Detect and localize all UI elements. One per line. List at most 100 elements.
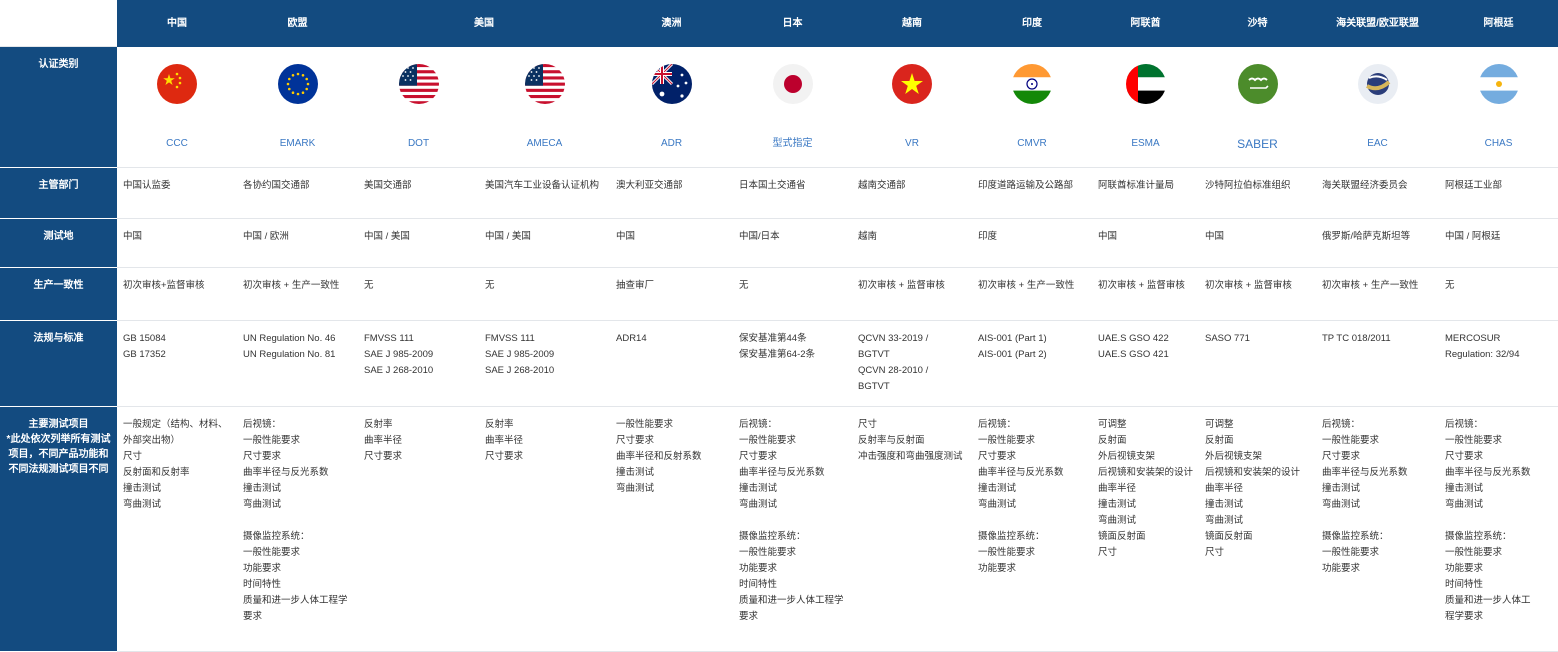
standards-cell: QCVN 33-2019 / BGTVT QCVN 28-2010 / BGTV…	[852, 321, 972, 407]
cert-code-link[interactable]: AMECA	[479, 121, 610, 168]
test-site-cell: 中国 / 美国	[479, 219, 610, 268]
flag-cell	[479, 47, 610, 121]
japan-flag	[772, 64, 813, 104]
tests-cell: 后视镜： 一般性能要求 尺寸要求 曲率半径与反光系数 撞击测试 弯曲测试 摄像监…	[237, 407, 358, 652]
conformity-cell: 初次审核 + 监督审核	[1199, 268, 1316, 321]
test-site-cell: 中国	[1092, 219, 1199, 268]
country-header: 越南	[852, 0, 972, 47]
test-site-cell: 中国	[1199, 219, 1316, 268]
authority-cell: 阿根廷工业部	[1439, 168, 1558, 219]
usa-flag	[398, 64, 439, 104]
test-site-cell: 中国 / 阿根廷	[1439, 219, 1558, 268]
cert-code-link[interactable]: EAC	[1316, 121, 1439, 168]
cert-code-link[interactable]: ADR	[610, 121, 733, 168]
row-label-test-site: 测试地	[0, 219, 117, 268]
flag-cell	[358, 47, 479, 121]
authority-cell: 中国认监委	[117, 168, 237, 219]
cert-code-link[interactable]: CCC	[117, 121, 237, 168]
test-site-cell: 中国	[117, 219, 237, 268]
tests-cell: 可调整 反射面 外后视镜支架 后视镜和安装架的设计 曲率半径 撞击测试 弯曲测试…	[1092, 407, 1199, 652]
standards-cell: 保安基准第44条 保安基准第64-2条	[733, 321, 852, 407]
row-label-authority: 主管部门	[0, 168, 117, 219]
cert-code-link[interactable]: CMVR	[972, 121, 1092, 168]
tests-cell: 尺寸 反射率与反射面 冲击强度和弯曲强度测试	[852, 407, 972, 652]
cert-code-link[interactable]: SABER	[1199, 121, 1316, 168]
test-site-cell: 中国/日本	[733, 219, 852, 268]
flag-cell	[237, 47, 358, 121]
flag-cell	[1439, 47, 1558, 121]
conformity-cell: 初次审核+监督审核	[117, 268, 237, 321]
test-site-cell: 印度	[972, 219, 1092, 268]
row-label-conformity: 生产一致性	[0, 268, 117, 321]
flag-cell	[1092, 47, 1199, 121]
standards-cell: MERCOSUR Regulation: 32/94	[1439, 321, 1558, 407]
country-header: 中国	[117, 0, 237, 47]
cert-code-link[interactable]: DOT	[358, 121, 479, 168]
conformity-cell: 无	[479, 268, 610, 321]
tests-cell: 后视镜： 一般性能要求 尺寸要求 曲率半径与反光系数 撞击测试 弯曲测试 摄像监…	[1316, 407, 1439, 652]
argentina-flag	[1478, 64, 1519, 104]
country-header: 阿联酋	[1092, 0, 1199, 47]
authority-cell: 印度道路运输及公路部	[972, 168, 1092, 219]
cert-code-link[interactable]: VR	[852, 121, 972, 168]
country-header: 沙特	[1199, 0, 1316, 47]
flag-cell	[1199, 47, 1316, 121]
conformity-cell: 抽查审厂	[610, 268, 733, 321]
standards-cell: UAE.S GSO 422 UAE.S GSO 421	[1092, 321, 1199, 407]
country-header: 欧盟	[237, 0, 358, 47]
cert-code-link[interactable]: CHAS	[1439, 121, 1558, 168]
row-label-category: 认证类别	[0, 47, 117, 168]
test-site-cell: 越南	[852, 219, 972, 268]
tests-cell: 后视镜： 一般性能要求 尺寸要求 曲率半径与反光系数 撞击测试 弯曲测试 摄像监…	[1439, 407, 1558, 652]
conformity-cell: 无	[1439, 268, 1558, 321]
conformity-cell: 初次审核 + 生产一致性	[972, 268, 1092, 321]
standards-cell: ADR14	[610, 321, 733, 407]
test-site-cell: 中国 / 美国	[358, 219, 479, 268]
conformity-cell: 无	[358, 268, 479, 321]
conformity-cell: 初次审核 + 生产一致性	[237, 268, 358, 321]
australia-flag	[651, 64, 692, 104]
flag-cell	[733, 47, 852, 121]
tests-cell: 反射率 曲率半径 尺寸要求	[479, 407, 610, 652]
conformity-cell: 初次审核 + 生产一致性	[1316, 268, 1439, 321]
flag-cell	[972, 47, 1092, 121]
conformity-cell: 初次审核 + 监督审核	[852, 268, 972, 321]
standards-cell: FMVSS 111 SAE J 985-2009 SAE J 268-2010	[358, 321, 479, 407]
certification-table: 认证类别 主管部门 测试地 生产一致性 法规与标准 主要测试项目 *此处依次列举…	[0, 0, 1558, 652]
conformity-cell: 初次审核 + 监督审核	[1092, 268, 1199, 321]
authority-cell: 日本国土交通省	[733, 168, 852, 219]
uae-flag	[1125, 64, 1166, 104]
flag-cell	[852, 47, 972, 121]
cert-code-link[interactable]: EMARK	[237, 121, 358, 168]
test-site-cell: 俄罗斯/哈萨克斯坦等	[1316, 219, 1439, 268]
country-header: 美国	[358, 0, 610, 47]
authority-cell: 沙特阿拉伯标准组织	[1199, 168, 1316, 219]
cert-code-link[interactable]: ESMA	[1092, 121, 1199, 168]
eac-flag	[1357, 64, 1398, 104]
standards-cell: GB 15084 GB 17352	[117, 321, 237, 407]
authority-cell: 美国汽车工业设备认证机构	[479, 168, 610, 219]
standards-cell: FMVSS 111 SAE J 985-2009 SAE J 268-2010	[479, 321, 610, 407]
tests-cell: 后视镜： 一般性能要求 尺寸要求 曲率半径与反光系数 撞击测试 弯曲测试 摄像监…	[972, 407, 1092, 652]
tests-cell: 可调整 反射面 外后视镜支架 后视镜和安装架的设计 曲率半径 撞击测试 弯曲测试…	[1199, 407, 1316, 652]
india-flag	[1012, 64, 1052, 104]
conformity-cell: 无	[733, 268, 852, 321]
country-header: 印度	[972, 0, 1092, 47]
test-site-cell: 中国 / 欧洲	[237, 219, 358, 268]
flag-cell	[610, 47, 733, 121]
flag-cell	[117, 47, 237, 121]
standards-cell: SASO 771	[1199, 321, 1316, 407]
authority-cell: 越南交通部	[852, 168, 972, 219]
standards-cell: UN Regulation No. 46 UN Regulation No. 8…	[237, 321, 358, 407]
test-site-cell: 中国	[610, 219, 733, 268]
row-label-standards: 法规与标准	[0, 321, 117, 407]
cert-code-link[interactable]: 型式指定	[733, 121, 852, 168]
tests-cell: 反射率 曲率半径 尺寸要求	[358, 407, 479, 652]
tests-cell: 一般性能要求 尺寸要求 曲率半径和反射系数 撞击测试 弯曲测试	[610, 407, 733, 652]
standards-cell: AIS-001 (Part 1) AIS-001 (Part 2)	[972, 321, 1092, 407]
authority-cell: 阿联酋标准计量局	[1092, 168, 1199, 219]
country-header: 澳洲	[610, 0, 733, 47]
row-label-tests: 主要测试项目 *此处依次列举所有测试项目，不同产品功能和不同法规测试项目不同	[0, 407, 117, 652]
country-header: 日本	[733, 0, 852, 47]
eu-flag	[277, 64, 318, 104]
